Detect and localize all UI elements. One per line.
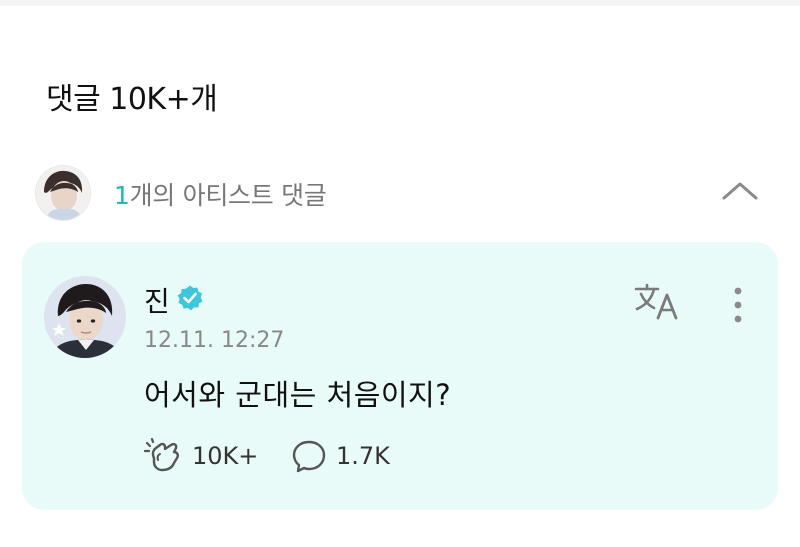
like-count: 10K+ xyxy=(192,442,259,470)
speech-bubble-icon xyxy=(290,438,328,478)
author-name[interactable]: 진 xyxy=(144,280,170,320)
comments-header: 댓글 10K+개 xyxy=(46,82,218,117)
artist-comments-label: 1개의 아티스트 댓글 xyxy=(114,176,327,212)
cheer-hand-icon xyxy=(143,437,184,478)
translate-icon[interactable] xyxy=(634,282,682,322)
more-vertical-icon[interactable] xyxy=(726,286,750,326)
artist-comment-count: 1 xyxy=(114,181,130,210)
comment-body: 어서와 군대는 처음이지? xyxy=(144,378,452,412)
comment-timestamp: 12.11. 12:27 xyxy=(144,328,285,353)
artist-comment-card: 진 12.11. 12:27 어서와 군대는 처음이지? 10K+ 1.7K xyxy=(22,242,778,510)
artist-comment-label-text: 개의 아티스트 댓글 xyxy=(129,181,327,210)
verified-badge-icon xyxy=(176,284,204,312)
top-edge xyxy=(0,0,800,6)
reply-count: 1.7K xyxy=(336,442,390,470)
reply-button[interactable]: 1.7K xyxy=(290,438,400,474)
artist-comments-row[interactable]: 1개의 아티스트 댓글 xyxy=(36,166,766,222)
artist-small-avatar xyxy=(36,166,90,220)
like-button[interactable]: 10K+ xyxy=(143,437,264,474)
chevron-up-icon[interactable] xyxy=(720,178,760,204)
author-avatar[interactable] xyxy=(44,276,126,358)
